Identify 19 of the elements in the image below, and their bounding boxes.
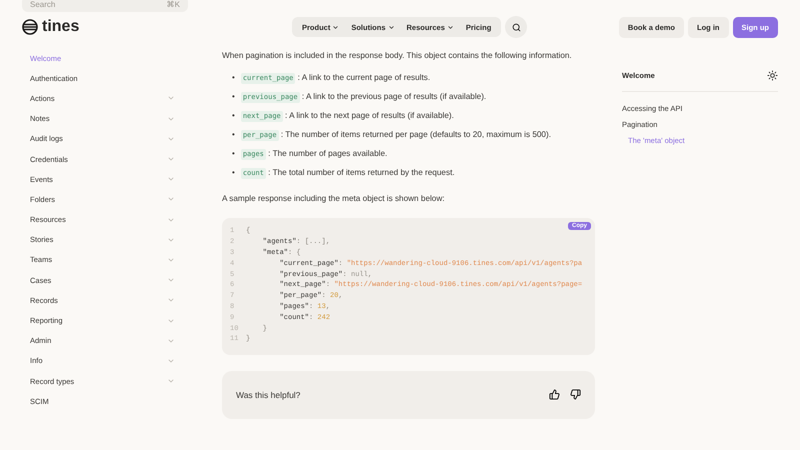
search-button[interactable] [505,16,528,38]
logo-text: tines [42,18,80,36]
chevron-icon [446,24,454,30]
bullet: • [232,148,235,160]
paragraph: A sample response including the meta object is shown below: [222,193,446,205]
theme-toggle-icon[interactable] [767,70,778,81]
bullet: • [232,167,235,179]
thumbs-down-icon[interactable] [570,389,581,400]
bullet: • [232,129,235,141]
bullet: • [232,72,235,84]
logo-icon [22,19,38,35]
thumbs-up-icon[interactable] [549,389,560,400]
chevron-icon [388,24,395,30]
bullet: • [232,91,235,103]
feedback-question: Was this helpful? [236,390,302,400]
chevron-icon [332,24,340,30]
paragraph: When pagination is included in the response body. This object contains the following information. [222,50,573,62]
search-icon [512,22,521,32]
bullet: • [232,110,235,122]
